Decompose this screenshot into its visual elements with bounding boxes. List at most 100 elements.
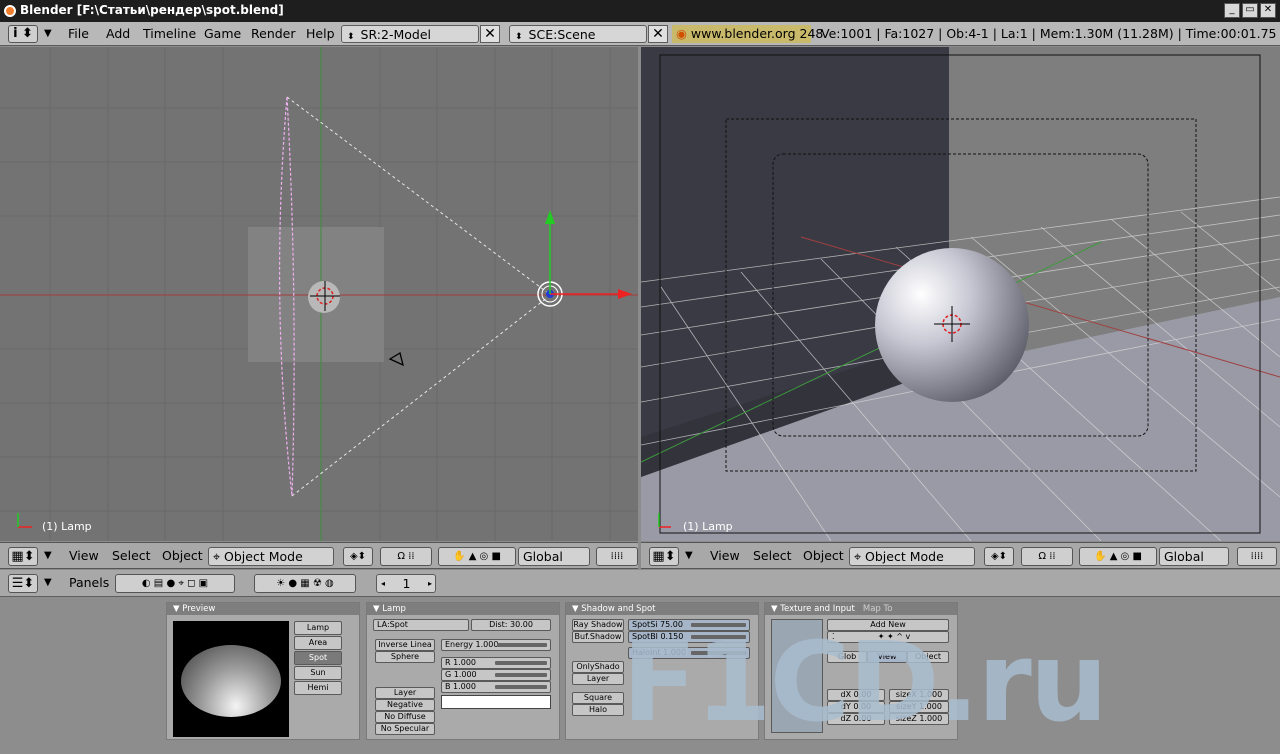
menu-select[interactable]: Select — [112, 547, 151, 566]
shadow-panel-title: ▼ Shadow and Spot — [566, 603, 758, 615]
lamp-type-spot[interactable]: Spot — [294, 651, 342, 665]
negative-toggle[interactable]: Negative — [375, 699, 435, 711]
screen-name: SR:2-Model — [360, 27, 431, 42]
menu-help[interactable]: Help — [306, 25, 335, 43]
screen-delete-button[interactable]: ✕ — [480, 25, 500, 43]
orientation-selector[interactable]: Global — [1159, 547, 1229, 566]
lamp-distance-field[interactable]: Dist: 30.00 — [471, 619, 551, 631]
menu-panels[interactable]: Panels — [69, 574, 109, 593]
add-new-texture-button[interactable]: Add New — [827, 619, 949, 631]
scene-name: SCE:Scene — [528, 27, 596, 42]
preview-panel-title: ▼ Preview — [167, 603, 359, 615]
menu-view[interactable]: View — [710, 547, 740, 566]
orientation-selector[interactable]: Global — [518, 547, 590, 566]
menu-timeline[interactable]: Timeline — [143, 25, 196, 43]
window-title: Blender [F:\Статьи\рендер\spot.blend] — [20, 3, 284, 17]
close-button[interactable]: ✕ — [1260, 3, 1276, 18]
camera-icon — [388, 351, 404, 367]
manipulator-toggle-icon[interactable]: ✋ ▲ ◎ ■ — [438, 547, 516, 566]
pivot-point-icon[interactable]: Ω ⁞⁞ — [380, 547, 432, 566]
texture-browse-icons[interactable]: ⁚ ✦ ✦ ^ v — [827, 631, 949, 643]
buffer-shadow-toggle[interactable]: Buf.Shadow — [572, 631, 624, 643]
collapse-menu-icon[interactable]: ▼ — [44, 547, 52, 566]
texture-channel-list[interactable] — [771, 619, 823, 733]
spot-blend-slider[interactable]: SpotBl 0.150 — [628, 631, 750, 643]
only-shadow-toggle[interactable]: OnlyShado — [572, 661, 624, 673]
collapse-menu-icon[interactable]: ▼ — [685, 547, 693, 566]
energy-slider[interactable]: Energy 1.000 — [441, 639, 551, 651]
offset-z-field[interactable]: dZ 0.00 — [827, 713, 885, 725]
shadow-layer-toggle[interactable]: Layer — [572, 673, 624, 685]
maximize-button[interactable]: ▭ — [1242, 3, 1258, 18]
blender-orb-icon: ◉ — [676, 26, 687, 41]
preview-panel: ▼ Preview Lamp Area Spot Sun Hemi — [166, 602, 360, 740]
info-header: i ⬍ ▼ File Add Timeline Game Render Help… — [0, 22, 1280, 46]
scene-delete-button[interactable]: ✕ — [648, 25, 668, 43]
viewport-camera[interactable]: (1) Lamp — [641, 47, 1280, 541]
pivot-point-icon[interactable]: Ω ⁞⁞ — [1021, 547, 1073, 566]
size-z-field[interactable]: sizeZ 1.000 — [889, 713, 949, 725]
green-slider[interactable]: G 1.000 — [441, 669, 551, 681]
blue-slider[interactable]: B 1.000 — [441, 681, 551, 693]
spot-size-slider[interactable]: SpotSi 75.00 — [628, 619, 750, 631]
buttons-window-type-icon[interactable]: ☰⬍ — [8, 574, 38, 593]
mode-selector[interactable]: ⌖ Object Mode — [849, 547, 975, 566]
window-type-icon[interactable]: ▦⬍ — [8, 547, 38, 566]
viewport-right-header: ▦⬍ ▼ View Select Object ⌖ Object Mode ◈⬍… — [641, 542, 1280, 569]
offset-y-field[interactable]: dY 0.00 — [827, 701, 885, 713]
square-toggle[interactable]: Square — [572, 692, 624, 704]
halo-toggle[interactable]: Halo — [572, 704, 624, 716]
menu-render[interactable]: Render — [251, 25, 296, 43]
collapse-menu-icon[interactable]: ▼ — [44, 574, 52, 593]
tab-texture-input[interactable]: Texture and Input — [780, 604, 855, 614]
lamp-name-field[interactable]: LA:Spot — [373, 619, 469, 631]
menu-game[interactable]: Game — [204, 25, 241, 43]
size-y-field[interactable]: sizeY 1.000 — [889, 701, 949, 713]
object-mode-icon: ⌖ — [854, 549, 862, 564]
object-coordinates-toggle[interactable]: Object — [907, 651, 949, 663]
ray-shadow-toggle[interactable]: Ray Shadow — [572, 619, 624, 631]
context-tabs-icon[interactable]: ◐ ▤ ● ⌖ ◻ ▣ — [115, 574, 235, 593]
lamp-type-lamp[interactable]: Lamp — [294, 621, 342, 635]
menu-object[interactable]: Object — [803, 547, 844, 566]
glob-coordinates-toggle[interactable]: Glob — [827, 651, 867, 663]
scene-statistics: Ve:1001 | Fa:1027 | Ob:4-1 | La:1 | Mem:… — [821, 26, 1280, 41]
window-type-icon[interactable]: ▦⬍ — [649, 547, 679, 566]
layers-icon[interactable]: ⁞⁞⁞⁞ — [596, 547, 638, 566]
lamp-type-area[interactable]: Area — [294, 636, 342, 650]
info-window-type-icon[interactable]: i ⬍ — [8, 25, 38, 43]
screen-selector[interactable]: ⬍ SR:2-Model — [341, 25, 479, 43]
size-x-field[interactable]: sizeX 1.000 — [889, 689, 949, 701]
lamp-color-swatch[interactable] — [441, 695, 551, 709]
tab-map-to[interactable]: Map To — [863, 604, 893, 614]
menu-object[interactable]: Object — [162, 547, 203, 566]
red-slider[interactable]: R 1.000 — [441, 657, 551, 669]
halo-intensity-slider[interactable]: HaloInt 1.000 — [628, 647, 750, 659]
layer-toggle[interactable]: Layer — [375, 687, 435, 699]
menu-view[interactable]: View — [69, 547, 99, 566]
draw-type-icon[interactable]: ◈⬍ — [984, 547, 1014, 566]
menu-select[interactable]: Select — [753, 547, 792, 566]
collapse-menu-icon[interactable]: ▼ — [44, 25, 52, 43]
frame-number-field[interactable]: ◂ 1 ▸ — [376, 574, 436, 593]
lamp-type-sun[interactable]: Sun — [294, 666, 342, 680]
offset-x-field[interactable]: dX 0.00 — [827, 689, 885, 701]
menu-add[interactable]: Add — [106, 25, 130, 43]
viewport-top-ortho[interactable]: (1) Lamp — [0, 47, 638, 541]
no-diffuse-toggle[interactable]: No Diffuse — [375, 711, 435, 723]
draw-type-icon[interactable]: ◈⬍ — [343, 547, 373, 566]
lamp-type-hemi[interactable]: Hemi — [294, 681, 342, 695]
inverse-linear-toggle[interactable]: Inverse Linea — [375, 639, 435, 651]
mode-selector[interactable]: ⌖ Object Mode — [208, 547, 334, 566]
shading-subtabs-icon[interactable]: ☀ ● ▦ ☢ ◍ — [254, 574, 356, 593]
layers-icon[interactable]: ⁞⁞⁞⁞ — [1237, 547, 1277, 566]
menu-file[interactable]: File — [68, 25, 89, 43]
viewport-left-header: ▦⬍ ▼ View Select Object ⌖ Object Mode ◈⬍… — [0, 542, 638, 569]
sphere-toggle[interactable]: Sphere — [375, 651, 435, 663]
no-specular-toggle[interactable]: No Specular — [375, 723, 435, 735]
minimize-button[interactable]: _ — [1224, 3, 1240, 18]
blender-website-link[interactable]: ◉ www.blender.org 248 — [672, 25, 823, 43]
view-coordinates-toggle[interactable]: View — [867, 651, 907, 663]
manipulator-toggle-icon[interactable]: ✋ ▲ ◎ ■ — [1079, 547, 1157, 566]
scene-selector[interactable]: ⬍ SCE:Scene — [509, 25, 647, 43]
